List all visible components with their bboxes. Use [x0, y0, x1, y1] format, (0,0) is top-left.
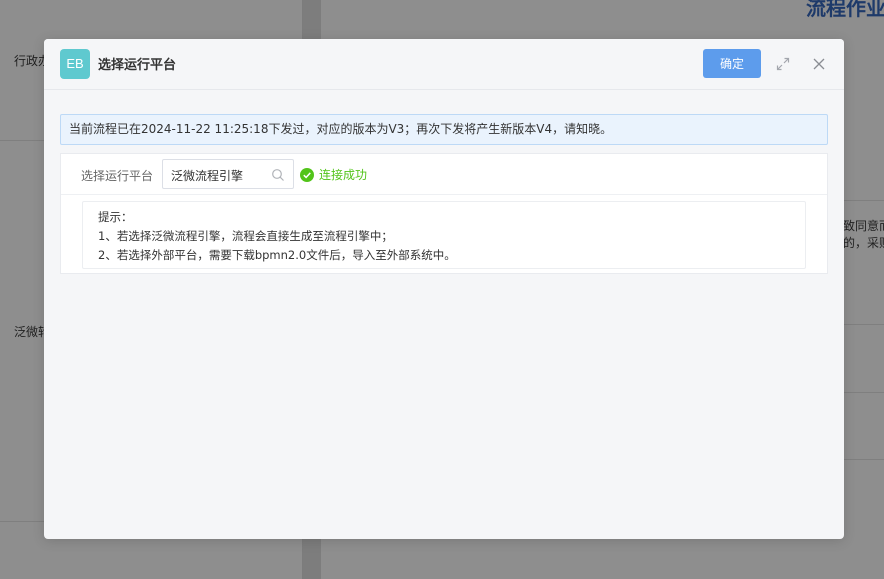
connection-status-text: 连接成功	[319, 168, 368, 182]
platform-row: 选择运行平台 泛微流程引擎 连接成功	[61, 154, 827, 195]
background-label: 行政办	[14, 54, 44, 68]
select-platform-dialog: EB 选择运行平台 确定 当前流程已在2024-11-22 11:25:18下发…	[44, 39, 844, 539]
tips-line: 2、若选择外部平台，需要下载bpmn2.0文件后，导入至外部系统中。	[98, 248, 456, 262]
divider	[844, 324, 884, 325]
platform-label: 选择运行平台	[81, 169, 154, 183]
tips-box: 提示： 1、若选择泛微流程引擎，流程会直接生成至流程引擎中； 2、若选择外部平台…	[82, 201, 806, 269]
tips-heading: 提示：	[98, 210, 133, 224]
search-icon[interactable]	[271, 168, 285, 182]
background-title: 流程作业	[806, 0, 884, 20]
app-logo: EB	[60, 49, 90, 79]
background-label: 泛微转	[14, 325, 44, 339]
background-text: 的，采购	[843, 236, 884, 250]
platform-value: 泛微流程引擎	[171, 169, 244, 183]
dialog-title: 选择运行平台	[98, 58, 177, 73]
close-icon[interactable]	[809, 54, 829, 74]
check-circle-icon	[300, 167, 314, 182]
version-notice: 当前流程已在2024-11-22 11:25:18下发过，对应的版本为V3；再次…	[60, 114, 828, 145]
platform-panel: 选择运行平台 泛微流程引擎 连接成功 提示： 1、若选择泛微流程引擎，流程会直接…	[60, 153, 828, 274]
divider	[844, 392, 884, 393]
divider	[844, 200, 884, 201]
dialog-header: EB 选择运行平台 确定	[44, 39, 844, 90]
expand-icon[interactable]	[773, 54, 793, 74]
platform-select[interactable]: 泛微流程引擎	[162, 159, 294, 189]
connection-status: 连接成功	[300, 166, 367, 183]
divider	[844, 459, 884, 460]
dialog-body: 当前流程已在2024-11-22 11:25:18下发过，对应的版本为V3；再次…	[60, 114, 828, 274]
background-text: 致同意而	[843, 219, 884, 233]
tips-line: 1、若选择泛微流程引擎，流程会直接生成至流程引擎中；	[98, 229, 393, 243]
confirm-button[interactable]: 确定	[703, 49, 761, 78]
